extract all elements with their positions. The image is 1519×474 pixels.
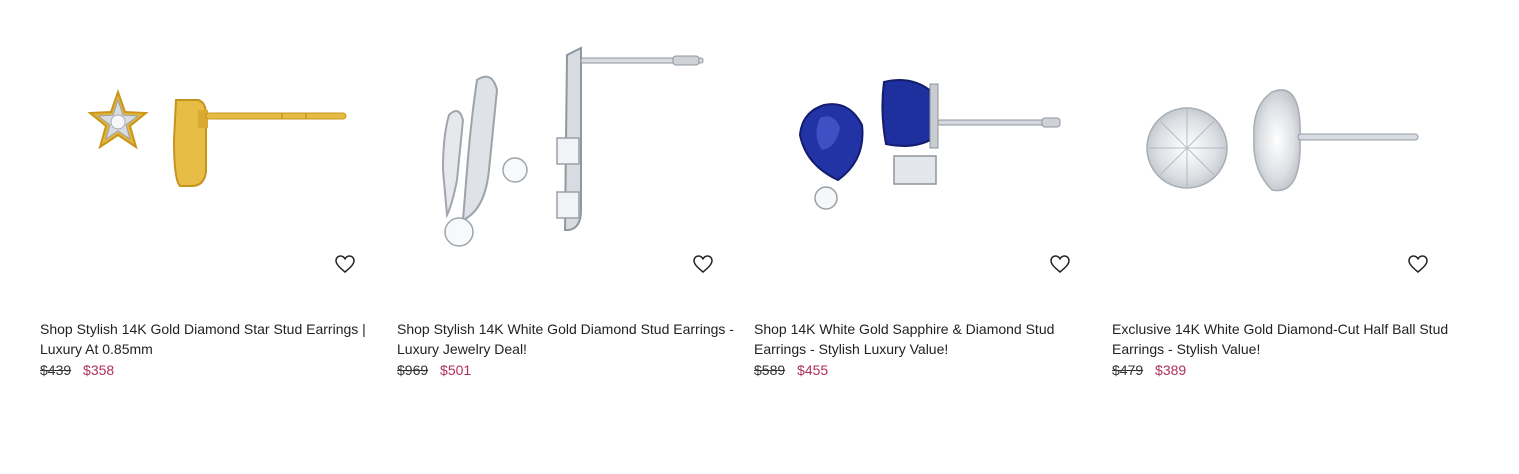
price-row: $589 $455 (754, 361, 828, 379)
product-title[interactable]: Shop Stylish 14K Gold Diamond Star Stud … (40, 319, 385, 359)
product-card[interactable]: Shop 14K White Gold Sapphire & Diamond S… (754, 0, 1099, 400)
product-image[interactable] (397, 20, 742, 290)
product-image[interactable] (754, 20, 1099, 290)
wishlist-heart-icon[interactable] (1048, 252, 1072, 276)
product-title[interactable]: Shop 14K White Gold Sapphire & Diamond S… (754, 319, 1099, 359)
original-price: $479 (1112, 362, 1144, 378)
sapphire-diamond-stud-earring-image (798, 79, 1061, 210)
product-title[interactable]: Shop Stylish 14K White Gold Diamond Stud… (397, 319, 742, 359)
product-image[interactable] (1112, 20, 1457, 290)
sale-price: $358 (83, 362, 115, 378)
original-price: $969 (397, 362, 429, 378)
wishlist-heart-icon[interactable] (333, 252, 357, 276)
sale-price: $501 (440, 362, 472, 378)
wishlist-heart-icon[interactable] (1406, 252, 1430, 276)
sale-price: $389 (1155, 362, 1187, 378)
price-row: $439 $358 (40, 361, 114, 379)
sale-price: $455 (797, 362, 829, 378)
gold-star-stud-earring-image (87, 88, 347, 187)
white-gold-diamond-earring-image (441, 46, 704, 247)
product-card[interactable]: Shop Stylish 14K White Gold Diamond Stud… (397, 0, 742, 400)
product-image[interactable] (40, 20, 385, 290)
original-price: $589 (754, 362, 786, 378)
product-title[interactable]: Exclusive 14K White Gold Diamond-Cut Hal… (1112, 319, 1457, 359)
product-grid: Shop Stylish 14K Gold Diamond Star Stud … (40, 0, 1480, 474)
original-price: $439 (40, 362, 72, 378)
half-ball-stud-earring-image (1146, 89, 1419, 192)
price-row: $479 $389 (1112, 361, 1186, 379)
product-card[interactable]: Exclusive 14K White Gold Diamond-Cut Hal… (1112, 0, 1457, 400)
product-card[interactable]: Shop Stylish 14K Gold Diamond Star Stud … (40, 0, 385, 400)
price-row: $969 $501 (397, 361, 471, 379)
wishlist-heart-icon[interactable] (691, 252, 715, 276)
